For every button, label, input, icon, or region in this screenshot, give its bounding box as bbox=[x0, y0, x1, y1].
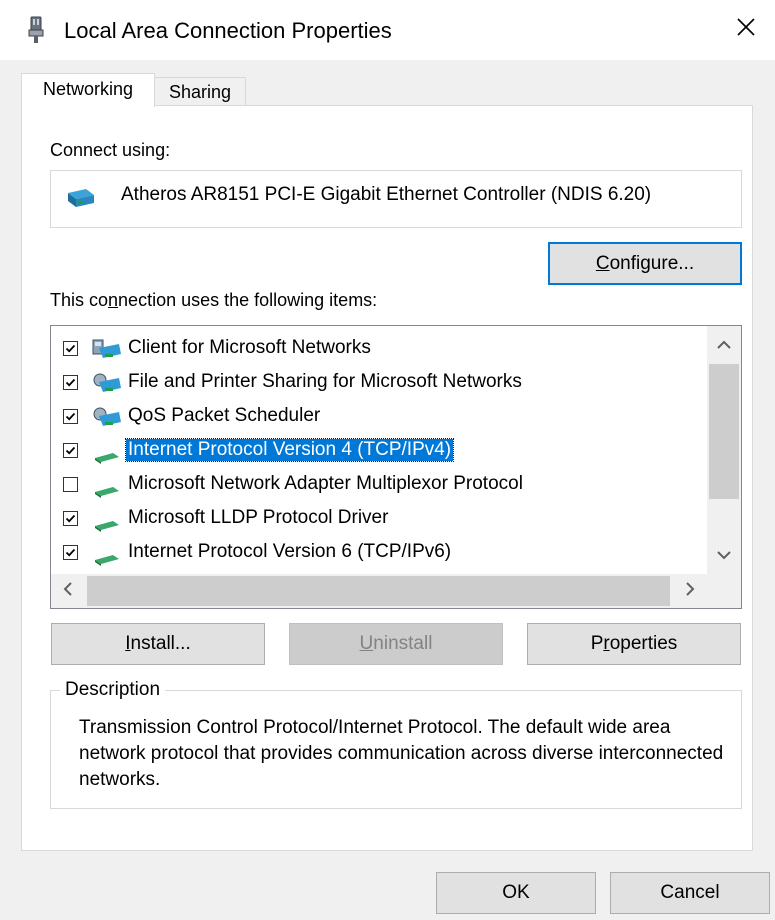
window-title: Local Area Connection Properties bbox=[64, 18, 392, 43]
list-item[interactable]: QoS Packet Scheduler bbox=[51, 400, 706, 434]
network-connection-icon bbox=[28, 16, 44, 44]
configure-button[interactable]: Configure... bbox=[548, 242, 742, 285]
close-button[interactable] bbox=[722, 8, 770, 52]
scroll-left-button[interactable] bbox=[51, 574, 85, 608]
scroll-up-button[interactable] bbox=[707, 328, 741, 362]
chevron-up-icon bbox=[717, 334, 731, 356]
protocol-icon bbox=[91, 542, 123, 566]
connect-using-label: Connect using: bbox=[50, 140, 171, 160]
horizontal-scroll-thumb[interactable] bbox=[87, 576, 670, 606]
uninstall-button[interactable]: Uninstall bbox=[289, 623, 503, 665]
item-checkbox[interactable] bbox=[63, 409, 78, 424]
protocol-icon bbox=[91, 474, 123, 498]
protocol-icon bbox=[91, 440, 123, 464]
item-label: Internet Protocol Version 4 (TCP/IPv4) bbox=[124, 438, 455, 462]
client-network-icon bbox=[91, 338, 123, 362]
scrollbar-corner bbox=[707, 574, 741, 608]
tab-networking[interactable]: Networking bbox=[21, 73, 155, 107]
close-icon bbox=[736, 17, 756, 43]
horizontal-scrollbar[interactable] bbox=[51, 574, 707, 608]
uninstall-label: Uninstall bbox=[359, 633, 433, 654]
scroll-right-button[interactable] bbox=[673, 574, 707, 608]
item-checkbox[interactable] bbox=[63, 477, 78, 492]
item-label: File and Printer Sharing for Microsoft N… bbox=[128, 371, 522, 392]
item-checkbox[interactable] bbox=[63, 341, 78, 356]
ok-button[interactable]: OK bbox=[436, 872, 596, 914]
network-adapter-icon bbox=[66, 185, 96, 211]
list-item[interactable]: Internet Protocol Version 4 (TCP/IPv4) bbox=[51, 434, 706, 468]
item-checkbox[interactable] bbox=[63, 511, 78, 526]
cancel-button[interactable]: Cancel bbox=[610, 872, 770, 914]
item-label: Microsoft Network Adapter Multiplexor Pr… bbox=[128, 473, 523, 494]
connection-items-list[interactable]: Client for Microsoft Networks File and P… bbox=[50, 325, 742, 609]
chevron-right-icon bbox=[685, 580, 695, 602]
item-label: Microsoft LLDP Protocol Driver bbox=[128, 507, 389, 528]
item-label: QoS Packet Scheduler bbox=[128, 405, 321, 426]
description-legend: Description bbox=[60, 679, 166, 701]
tab-sharing[interactable]: Sharing bbox=[155, 77, 246, 106]
connection-items-label: This connection uses the following items… bbox=[50, 290, 378, 310]
configure-label: Configure... bbox=[595, 252, 695, 274]
item-label: Client for Microsoft Networks bbox=[128, 337, 371, 358]
item-checkbox[interactable] bbox=[63, 443, 78, 458]
list-item[interactable]: File and Printer Sharing for Microsoft N… bbox=[51, 366, 706, 400]
adapter-name: Atheros AR8151 PCI-E Gigabit Ethernet Co… bbox=[121, 184, 652, 205]
list-item[interactable]: Internet Protocol Version 6 (TCP/IPv6) bbox=[51, 536, 706, 570]
scroll-down-button[interactable] bbox=[707, 538, 741, 572]
list-item[interactable]: Client for Microsoft Networks bbox=[51, 332, 706, 366]
item-checkbox[interactable] bbox=[63, 375, 78, 390]
description-text: Transmission Control Protocol/Internet P… bbox=[79, 717, 724, 790]
properties-button[interactable]: Properties bbox=[527, 623, 741, 665]
vertical-scrollbar[interactable] bbox=[707, 326, 741, 574]
list-item[interactable]: Microsoft LLDP Protocol Driver bbox=[51, 502, 706, 536]
item-label: Internet Protocol Version 6 (TCP/IPv6) bbox=[128, 541, 452, 562]
service-network-icon bbox=[91, 406, 123, 430]
chevron-left-icon bbox=[63, 580, 73, 602]
protocol-icon bbox=[91, 508, 123, 532]
item-checkbox[interactable] bbox=[63, 545, 78, 560]
list-item[interactable]: Microsoft Network Adapter Multiplexor Pr… bbox=[51, 468, 706, 502]
install-button[interactable]: Install... bbox=[51, 623, 265, 665]
service-network-icon bbox=[91, 372, 123, 396]
properties-label: Properties bbox=[590, 633, 678, 654]
vertical-scroll-thumb[interactable] bbox=[709, 364, 739, 499]
install-label: Install... bbox=[125, 633, 191, 654]
chevron-down-icon bbox=[717, 544, 731, 566]
